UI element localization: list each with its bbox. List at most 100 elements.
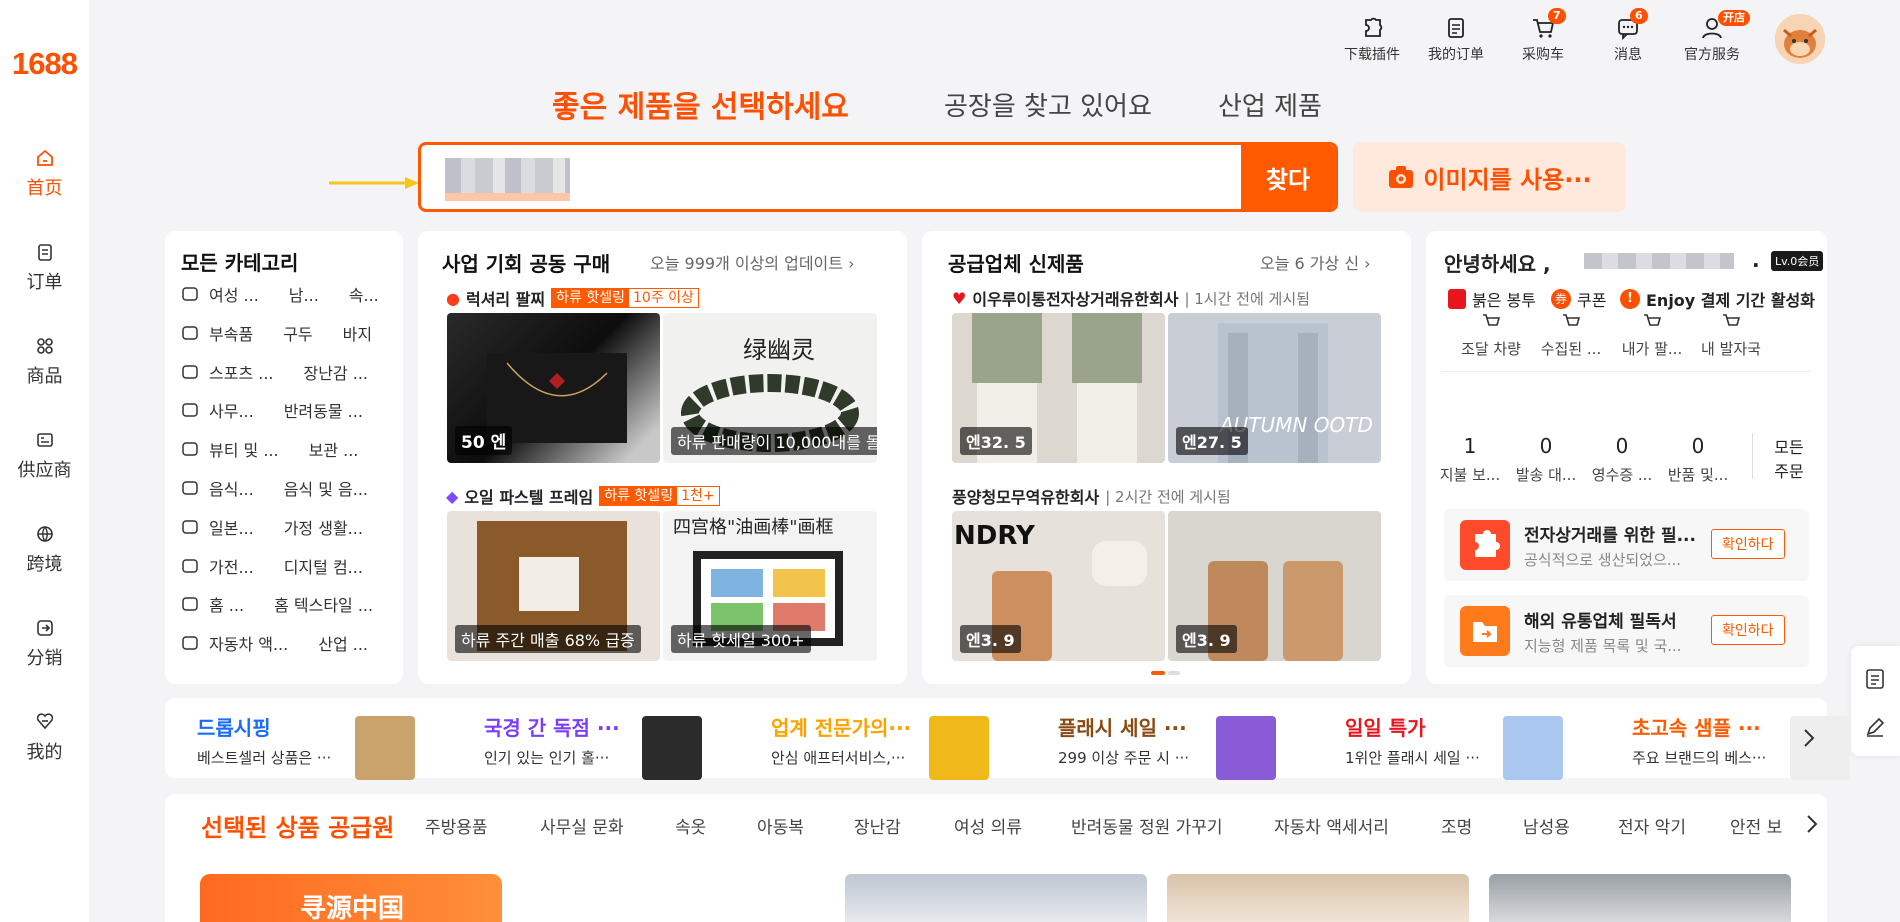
search-tab-products[interactable]: 좋은 제품을 선택하세요 — [552, 82, 849, 126]
category-link[interactable]: 스포츠 ... — [209, 360, 274, 384]
topbar-official-service[interactable]: 官方服务 开店 — [1684, 10, 1750, 64]
image-search-button[interactable]: 이미지를 사용··· — [1353, 142, 1626, 212]
supplier-head[interactable]: ♥ 이우루이통전자상거래유한회사 | 1시간 전에 게시됨 — [952, 286, 1310, 310]
category-row[interactable]: 자동차 액... 산업 ... — [181, 631, 368, 655]
topbar-download-plugin[interactable]: 下载插件 — [1344, 14, 1400, 64]
site-logo[interactable]: 1688 — [0, 46, 89, 82]
category-row[interactable]: 음식... 음식 및 음... — [181, 476, 368, 500]
topbar-cart[interactable]: 采购车 7 — [1522, 8, 1566, 64]
product-thumb[interactable]: 绿幽灵 하류 판매량이 10,000대를 돌파 — [663, 313, 877, 463]
supplier-category-item[interactable]: 반려동물 정원 가꾸기 — [1071, 813, 1223, 838]
notice-card[interactable]: 해외 유통업체 필독서 지능형 제품 목록 및 국... 확인하다 — [1444, 595, 1809, 667]
category-row[interactable]: 가전... 디지털 컴... — [181, 554, 363, 578]
supplier-category-item[interactable]: 안전 보 — [1730, 813, 1785, 838]
category-link[interactable]: 가전... — [209, 554, 254, 578]
supplier-category-item[interactable]: 여성 의류 — [954, 813, 1022, 838]
category-row[interactable]: 일본... 가정 생활... — [181, 515, 363, 539]
notice-card[interactable]: 전자상거래를 위한 필... 공식적으로 생산되었으... 확인하다 — [1444, 509, 1809, 581]
promo-item[interactable]: 업계 전문가의··· 안심 애프터서비스,··· — [771, 712, 1051, 780]
supplier-category-item[interactable]: 전자 악기 — [1618, 813, 1686, 838]
perk-coupon[interactable]: 券 쿠폰 — [1551, 287, 1606, 311]
search-input[interactable]: 찾다 — [418, 142, 1338, 212]
promo-item[interactable]: 드롭시핑 베스트셀러 상품은 ··· — [197, 712, 477, 780]
category-link[interactable]: 여성 ... — [209, 282, 259, 306]
category-link[interactable]: 디지털 컴... — [284, 554, 363, 578]
sidebar-item-mine[interactable]: 我的 — [0, 712, 89, 764]
category-row[interactable]: 여성 ... 남... 속... — [181, 282, 379, 306]
product-card-image[interactable] — [1489, 874, 1791, 922]
category-row[interactable]: 스포츠 ... 장난감 ... — [181, 360, 368, 384]
supplier-head[interactable]: 풍양청모무역유한회사 | 2시간 전에 게시됨 — [952, 484, 1231, 508]
supplier-category-item[interactable]: 속옷 — [675, 813, 706, 838]
perk-payment-period[interactable]: ! Enjoy 결제 기간 활성화 — [1620, 287, 1815, 311]
category-row[interactable]: 홈 ... 홈 텍스타일 ... — [181, 592, 373, 616]
chevron-right-icon[interactable] — [1806, 814, 1818, 834]
group-buy-more-link[interactable]: 오늘 999개 이상의 업데이트 › — [650, 250, 855, 274]
shortcut-item[interactable]: 조달 차량 — [1446, 314, 1536, 359]
category-link[interactable]: 장난감 ... — [304, 360, 369, 384]
all-orders-link[interactable]: 모든 주문 — [1774, 436, 1804, 484]
new-products-more-link[interactable]: 오늘 6 가상 신 › — [1260, 250, 1371, 274]
product-thumb[interactable]: NDRY 엔3. 9 — [952, 511, 1165, 661]
supplier-category-item[interactable]: 주방용품 — [425, 813, 488, 838]
category-link[interactable]: 구두 — [283, 321, 312, 345]
search-tab-factories[interactable]: 공장을 찾고 있어요 — [944, 86, 1152, 123]
category-link[interactable]: 홈 텍스타일 ... — [274, 592, 373, 616]
category-row[interactable]: 뷰티 및 ... 보관 ... — [181, 437, 358, 461]
category-link[interactable]: 바지 — [343, 321, 372, 345]
notes-icon[interactable] — [1864, 668, 1886, 690]
category-link[interactable]: 산업 ... — [318, 631, 368, 655]
group-buy-section-head[interactable]: ◆ 오일 파스텔 프레임 하류 핫셀링 1천+ — [446, 484, 720, 508]
category-link[interactable]: 남... — [289, 282, 319, 306]
category-link[interactable]: 홈 ... — [209, 592, 244, 616]
product-card-image[interactable] — [1167, 874, 1469, 922]
sidebar-item-products[interactable]: 商品 — [0, 336, 89, 388]
order-status-count[interactable]: 0 영수증 ... — [1580, 434, 1664, 485]
product-thumb[interactable]: 四宫格"油画棒"画框 하류 핫세일 300+ — [663, 511, 877, 661]
supplier-category-item[interactable]: 사무실 문화 — [540, 813, 624, 838]
group-buy-section-head[interactable]: ● 럭셔리 팔찌 하류 핫셀링 10주 이상 — [446, 286, 699, 310]
order-status-count[interactable]: 1 지불 보... — [1428, 434, 1512, 485]
category-link[interactable]: 가정 생활... — [284, 515, 363, 539]
perk-red-envelope[interactable]: 붉은 봉투 — [1448, 287, 1536, 311]
sourcing-banner[interactable]: 寻源中国 — [200, 874, 502, 922]
category-link[interactable]: 반려동물 ... — [284, 398, 363, 422]
sidebar-item-distribution[interactable]: 分销 — [0, 618, 89, 670]
product-card-image[interactable] — [845, 874, 1147, 922]
category-link[interactable]: 사무... — [209, 398, 254, 422]
product-thumb[interactable]: 50 엔 — [447, 313, 660, 463]
search-tab-industrial[interactable]: 산업 제품 — [1218, 86, 1322, 123]
product-thumb[interactable]: AUTUMN OOTD 엔27. 5 — [1168, 313, 1381, 463]
supplier-category-item[interactable]: 남성용 — [1523, 813, 1570, 838]
order-status-count[interactable]: 0 발송 대... — [1504, 434, 1588, 485]
product-thumb[interactable]: 엔32. 5 — [952, 313, 1165, 463]
promo-item[interactable]: 플래시 세일 ··· 299 이상 주문 시 ··· — [1058, 712, 1338, 780]
category-link[interactable]: 부속품 — [209, 321, 253, 345]
category-row[interactable]: 사무... 반려동물 ... — [181, 398, 363, 422]
supplier-category-item[interactable]: 아동복 — [757, 813, 804, 838]
topbar-my-orders[interactable]: 我的订单 — [1428, 14, 1484, 64]
category-link[interactable]: 음식... — [209, 476, 254, 500]
supplier-category-item[interactable]: 장난감 — [854, 813, 901, 838]
promo-item[interactable]: 초고속 샘플 ··· 주요 브랜드의 베스··· — [1632, 712, 1900, 780]
sidebar-item-orders[interactable]: 订单 — [0, 242, 89, 294]
category-link[interactable]: 음식 및 음... — [284, 476, 368, 500]
category-row[interactable]: 부속품 구두 바지 — [181, 321, 372, 345]
chevron-right-icon[interactable] — [1803, 728, 1815, 748]
shortcut-item[interactable]: 내가 팔... — [1607, 314, 1697, 359]
category-link[interactable]: 보관 ... — [309, 437, 359, 461]
search-button[interactable]: 찾다 — [1241, 145, 1335, 209]
order-status-count[interactable]: 0 반품 및... — [1656, 434, 1740, 485]
sidebar-item-crossborder[interactable]: 跨境 — [0, 524, 89, 576]
product-thumb[interactable]: 하류 주간 매출 68% 급증 — [447, 511, 660, 661]
supplier-category-item[interactable]: 조명 — [1441, 813, 1472, 838]
supplier-category-item[interactable]: 자동차 액세서리 — [1274, 813, 1389, 838]
promo-item[interactable]: 국경 간 독점 ··· 인기 있는 인기 홀··· — [484, 712, 764, 780]
promo-item[interactable]: 일일 특가 1위안 플래시 세일 ··· — [1345, 712, 1625, 780]
category-link[interactable]: 뷰티 및 ... — [209, 437, 279, 461]
confirm-button[interactable]: 확인하다 — [1711, 615, 1785, 645]
category-link[interactable]: 속... — [349, 282, 379, 306]
shortcut-item[interactable]: 내 발자국 — [1686, 314, 1776, 359]
user-avatar[interactable] — [1775, 14, 1825, 64]
carousel-dots[interactable] — [1151, 671, 1181, 675]
